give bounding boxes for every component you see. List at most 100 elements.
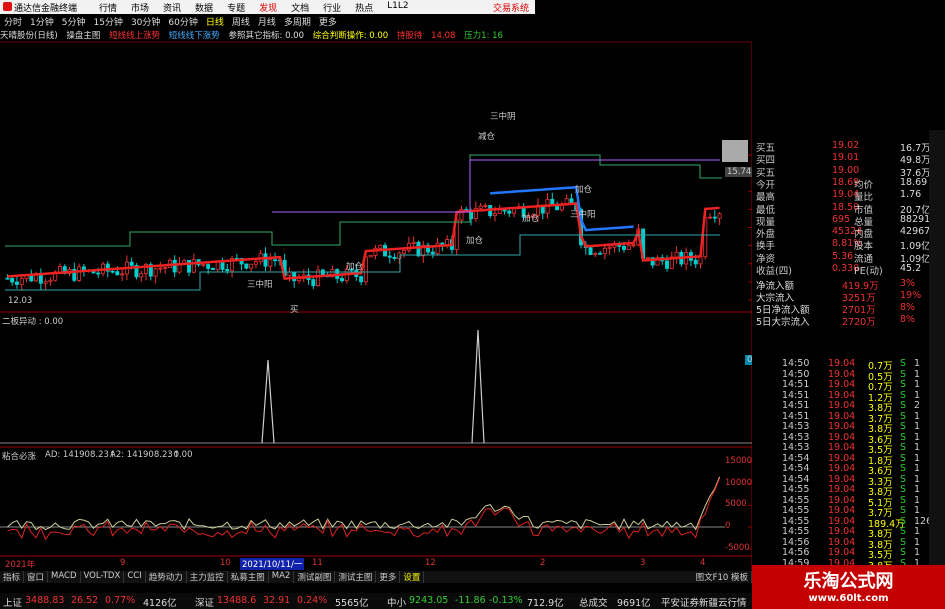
candle-body xyxy=(249,263,254,269)
candle-body xyxy=(588,247,593,255)
tick-price: 19.04 xyxy=(828,368,856,380)
ad-line xyxy=(7,476,721,531)
date-tick-label: 4 xyxy=(700,558,706,568)
tab-indicator[interactable]: 主力监控 xyxy=(187,571,228,583)
chart-annotation: 减仓 xyxy=(478,132,496,142)
tick-price: 19.04 xyxy=(828,547,856,558)
tick-count: 1 xyxy=(914,452,921,464)
quote-value: 18.69 xyxy=(900,176,928,188)
date-tick-label: 2 xyxy=(540,558,546,568)
sub2-tick-label: 5000 xyxy=(725,499,747,510)
pressure-line xyxy=(272,159,720,213)
quote-panel: 买五 19.02 16.7万 买四 19.01 49.8万 买五 19.00 37.6万 今开 18… xyxy=(752,130,945,582)
index-amount: 5565亿 xyxy=(335,598,369,609)
tick-side: S xyxy=(900,410,907,422)
indicator-tabs: 指标 窗口 MACD VOL-TDX CCI 趋势动力 主力监控 私募主图 MA2 测试副图 测试主… xyxy=(0,571,752,583)
tick-count: 1 xyxy=(914,547,921,558)
candle-body xyxy=(287,271,292,277)
tick-price: 19.04 xyxy=(828,442,856,453)
tick-side: S xyxy=(900,358,907,369)
candle-body xyxy=(411,241,416,244)
tick-time: 14:53 xyxy=(782,421,810,432)
sub2-label: 粘合必涨 xyxy=(2,452,37,462)
add-marker: 加仓 xyxy=(466,236,484,246)
candle-body xyxy=(698,256,703,265)
candle-body xyxy=(602,247,607,254)
chart-annotation: 三中阳 xyxy=(247,280,273,290)
candle-body xyxy=(48,279,53,283)
date-tick-label: 9 xyxy=(120,558,126,568)
candle-body xyxy=(607,246,612,249)
flow-value: 2720万 xyxy=(842,317,876,328)
tick-time: 14:56 xyxy=(782,547,810,558)
tick-price: 19.04 xyxy=(828,379,856,390)
candle-body xyxy=(593,252,598,255)
quote-key: PE(动) xyxy=(854,266,883,277)
candle-body xyxy=(153,268,158,277)
tick-count: 1 xyxy=(914,379,921,390)
tick-price: 19.04 xyxy=(828,473,856,485)
tab-indicator[interactable]: CCI xyxy=(124,571,146,583)
tab-indicator[interactable]: 私募主图 xyxy=(228,571,269,583)
sub2-a3: : 0.00 xyxy=(168,450,193,460)
tick-time: 14:54 xyxy=(782,473,810,485)
candle-body xyxy=(416,241,421,257)
tab-indicator[interactable]: 趋势动力 xyxy=(146,571,187,583)
tab-indicator[interactable]: 测试副图 xyxy=(294,571,336,583)
tab-indicator[interactable]: 更多 xyxy=(376,571,401,583)
tab-indicator[interactable]: 窗口 xyxy=(24,571,49,583)
tab-indicator[interactable]: 设置 xyxy=(400,571,425,583)
tick-time: 14:55 xyxy=(782,515,810,527)
candle-body xyxy=(129,261,134,266)
candle-body xyxy=(14,281,19,285)
candle-body xyxy=(507,210,512,214)
tick-price: 19.04 xyxy=(828,431,856,443)
tab-indicator[interactable]: 测试主图 xyxy=(335,571,377,583)
resistance-line xyxy=(5,154,722,247)
tick-price: 19.04 xyxy=(828,410,856,422)
index-pct: 0.24% xyxy=(297,595,328,606)
tick-side: S xyxy=(900,547,907,558)
sub2-tick-label: 10000 xyxy=(725,477,753,488)
index-amount: 712.9亿 xyxy=(527,598,564,609)
candle-body xyxy=(483,205,488,207)
tick-count: 1 xyxy=(914,442,921,453)
sub2-tick-label: -5000 xyxy=(725,542,750,553)
date-tick-label: 10 xyxy=(220,558,231,568)
candle-body xyxy=(512,208,517,214)
candle-body xyxy=(191,259,196,273)
candle-body xyxy=(645,257,650,260)
candle-body xyxy=(622,245,627,250)
tick-side: S xyxy=(900,515,907,527)
tick-time: 14:56 xyxy=(782,536,810,548)
quote-value: 42967 xyxy=(900,226,931,238)
tab-indicator[interactable]: MA2 xyxy=(269,571,295,583)
index-pct: -0.13% xyxy=(489,595,523,606)
add-marker: 加仓 xyxy=(522,214,540,224)
tick-price: 19.04 xyxy=(828,400,856,411)
tick-count: 1 xyxy=(914,473,921,485)
candle-body xyxy=(708,216,713,219)
tab-indicator[interactable]: VOL-TDX xyxy=(81,571,125,583)
tick-time: 14:51 xyxy=(782,410,810,422)
tick-count: 1 xyxy=(914,484,921,495)
candle-body xyxy=(631,244,636,247)
tab-indicator[interactable]: MACD xyxy=(48,571,81,583)
kline-chart[interactable] xyxy=(0,0,752,570)
candle-body xyxy=(34,274,39,282)
a2-line xyxy=(7,478,721,541)
tab-f10[interactable]: 图文F10 模板 xyxy=(693,571,752,583)
tab-indicator[interactable]: 指标 xyxy=(0,571,25,583)
candle-body xyxy=(187,259,192,273)
candle-body xyxy=(158,267,163,270)
candle-body xyxy=(263,253,268,267)
buy-marker: 买 xyxy=(290,305,299,315)
tick-time: 14:55 xyxy=(782,505,810,516)
tick-side: S xyxy=(900,526,907,537)
candle-body xyxy=(598,252,603,255)
tick-time: 14:50 xyxy=(782,368,810,380)
candle-body xyxy=(201,264,206,266)
candle-body xyxy=(665,260,670,269)
candle-body xyxy=(478,205,483,209)
price-tag: 15.74 xyxy=(725,167,754,177)
